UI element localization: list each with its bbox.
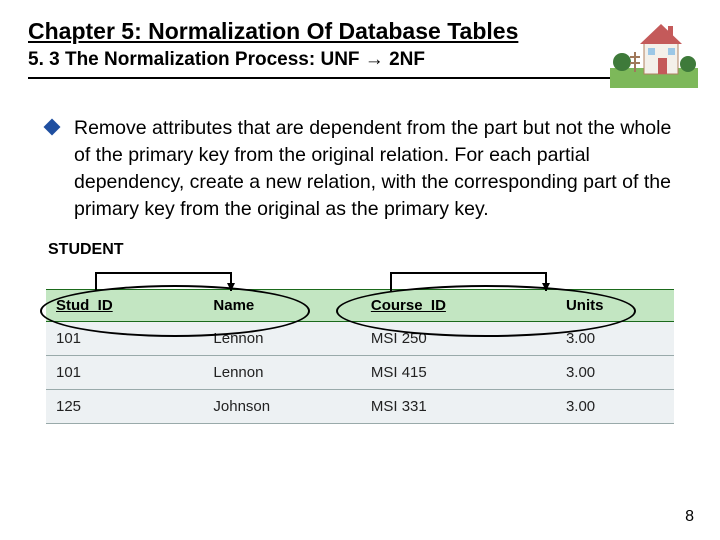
- cell: 101: [46, 355, 203, 389]
- cell: MSI 415: [361, 355, 556, 389]
- cell: Johnson: [203, 389, 360, 423]
- cell: Lennon: [203, 355, 360, 389]
- content-area: Remove attributes that are dependent fro…: [0, 87, 720, 223]
- slide-header: Chapter 5: Normalization Of Database Tab…: [0, 0, 720, 87]
- chapter-title: Chapter 5: Normalization Of Database Tab…: [28, 18, 518, 45]
- cell: 3.00: [556, 321, 674, 355]
- bullet-item: Remove attributes that are dependent fro…: [46, 115, 674, 223]
- cell: MSI 331: [361, 389, 556, 423]
- body-text: Remove attributes that are dependent fro…: [74, 115, 674, 223]
- col-header: Name: [203, 289, 360, 321]
- cell: Lennon: [203, 321, 360, 355]
- student-table: Stud_ID Name Course_ID Units 101 Lennon …: [46, 289, 674, 424]
- cell: 125: [46, 389, 203, 423]
- col-header: Stud_ID: [46, 289, 203, 321]
- table-row: 125 Johnson MSI 331 3.00: [46, 389, 674, 423]
- cell: MSI 250: [361, 321, 556, 355]
- table-caption: STUDENT: [48, 241, 674, 259]
- table-row: 101 Lennon MSI 415 3.00: [46, 355, 674, 389]
- diamond-bullet-icon: [44, 119, 61, 136]
- header-rule: [28, 77, 692, 79]
- cell: 3.00: [556, 355, 674, 389]
- cell: 3.00: [556, 389, 674, 423]
- table-header-row: Stud_ID Name Course_ID Units: [46, 289, 674, 321]
- col-header: Units: [556, 289, 674, 321]
- table-area: STUDENT Stud_ID Name Course_ID Units 101…: [46, 241, 674, 424]
- table-row: 101 Lennon MSI 250 3.00: [46, 321, 674, 355]
- col-header: Course_ID: [361, 289, 556, 321]
- house-icon: [610, 12, 698, 88]
- cell: 101: [46, 321, 203, 355]
- section-title: 5. 3 The Normalization Process: UNF → 2N…: [28, 49, 692, 71]
- page-number: 8: [685, 508, 694, 526]
